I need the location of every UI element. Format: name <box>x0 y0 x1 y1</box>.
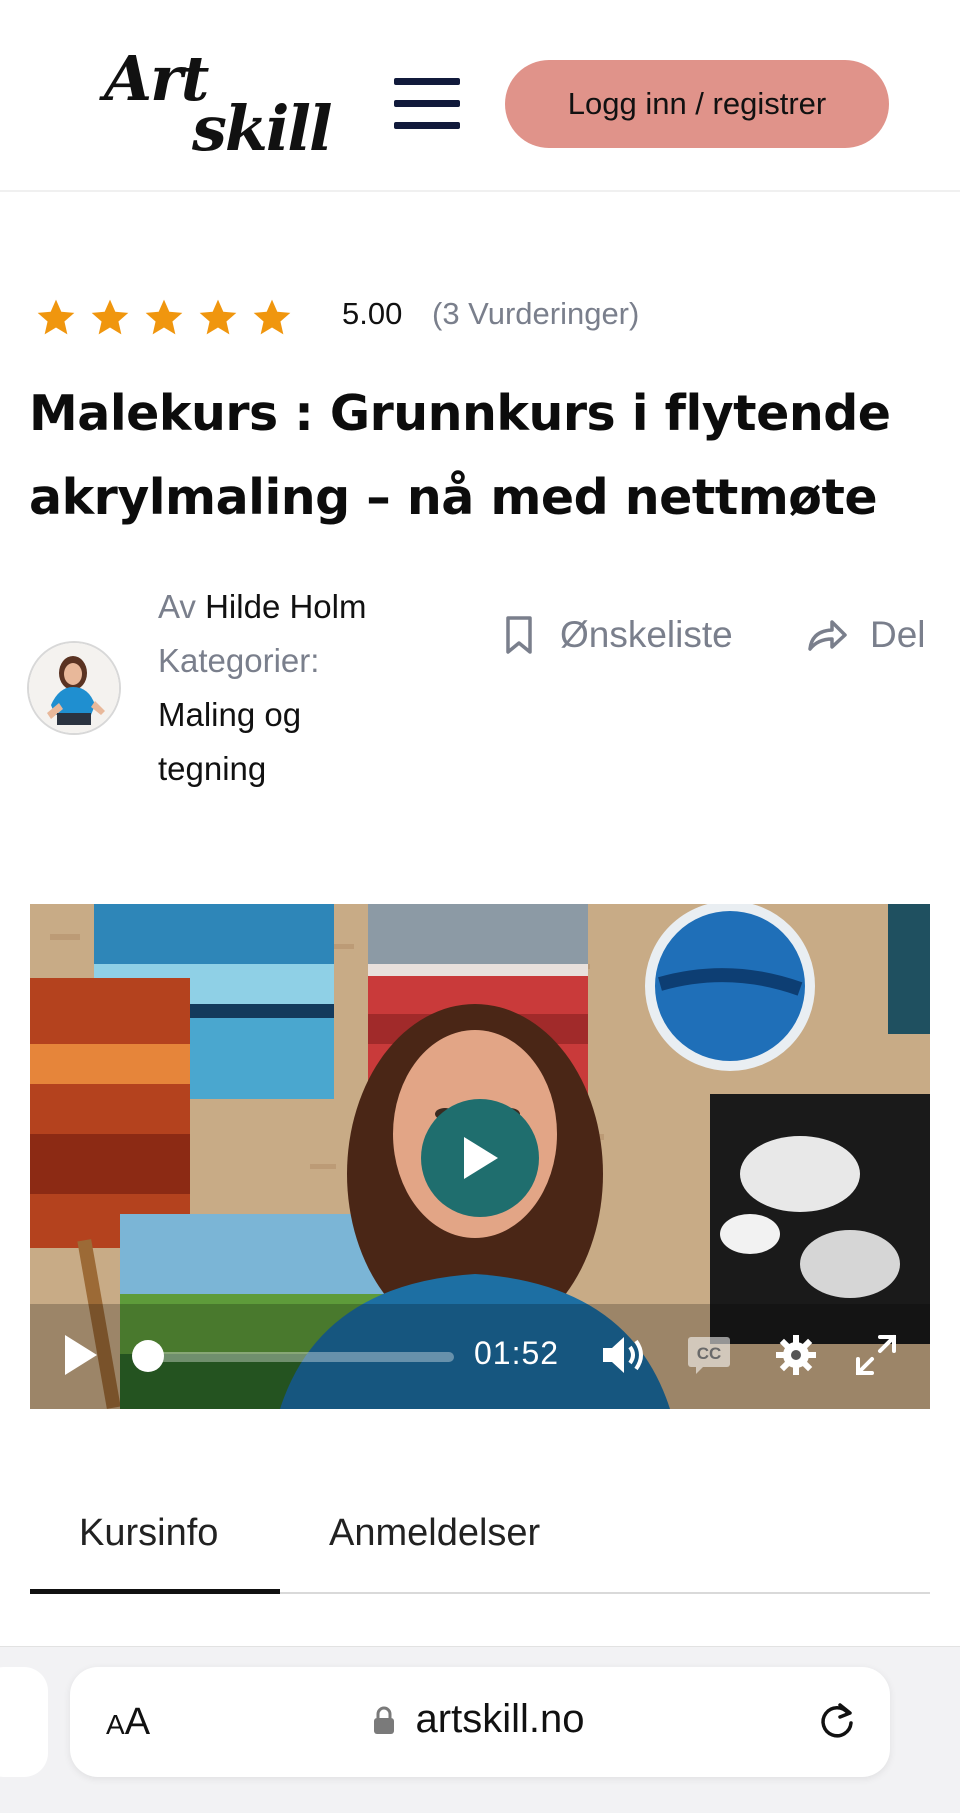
settings-gear-icon[interactable] <box>774 1333 818 1377</box>
video-play-overlay-button[interactable] <box>421 1099 539 1217</box>
artskill-logo[interactable]: Art skill <box>104 48 344 165</box>
address-bar[interactable]: AA artskill.no <box>70 1667 890 1777</box>
logo-text-skill: skill <box>192 92 333 165</box>
star-icon <box>253 299 291 335</box>
star-icon <box>199 299 237 335</box>
reload-icon[interactable] <box>816 1699 858 1743</box>
course-video-player[interactable]: 01:52 CC <box>30 904 930 1409</box>
share-arrow-icon <box>808 620 847 651</box>
video-controls: 01:52 CC <box>30 1299 930 1409</box>
tab-kursinfo[interactable]: Kursinfo <box>79 1512 218 1555</box>
category-line-1: Maling og <box>158 696 302 733</box>
course-meta: Av Hilde Holm Kategorier: Maling og tegn… <box>158 580 366 796</box>
category-link[interactable]: Maling og tegning <box>158 688 366 796</box>
rating-score: 5.00 <box>342 296 403 331</box>
course-title: Malekurs : Grunnkurs i flytende akrylmal… <box>29 385 891 526</box>
video-time: 01:52 <box>474 1335 560 1371</box>
author-prefix: Av <box>158 588 196 625</box>
star-icon <box>91 299 129 335</box>
play-icon[interactable] <box>62 1333 100 1377</box>
tab-anmeldelser[interactable]: Anmeldelser <box>329 1512 540 1555</box>
browser-toolbar: AA artskill.no <box>0 1646 960 1813</box>
active-tab-indicator <box>30 1589 280 1594</box>
categories-label: Kategorier: <box>158 642 320 679</box>
volume-icon[interactable] <box>600 1333 650 1377</box>
share-label: Del <box>870 614 926 655</box>
login-register-button[interactable]: Logg inn / registrer <box>505 60 889 148</box>
share-button[interactable]: Del <box>806 614 926 656</box>
author-link[interactable]: Hilde Holm <box>205 588 366 625</box>
course-rating: 5.00 (3 Vurderinger) <box>34 290 639 346</box>
author-avatar[interactable] <box>27 641 121 735</box>
video-progress-handle[interactable] <box>132 1340 164 1372</box>
url-text: artskill.no <box>70 1697 890 1742</box>
star-icon <box>37 299 75 335</box>
star-icon <box>145 299 183 335</box>
svg-text:CC: CC <box>697 1344 722 1363</box>
wishlist-label: Ønskeliste <box>560 614 733 655</box>
url-domain: artskill.no <box>415 1697 585 1741</box>
previous-tab-preview[interactable] <box>0 1667 48 1777</box>
fullscreen-icon[interactable] <box>854 1333 898 1377</box>
hamburger-menu-icon[interactable] <box>394 78 460 130</box>
rating-count: (3 Vurderinger) <box>432 296 640 331</box>
wishlist-button[interactable]: Ønskeliste <box>504 614 733 656</box>
course-tabs: Kursinfo Anmeldelser <box>30 1488 930 1594</box>
closed-captions-icon[interactable]: CC <box>686 1335 732 1375</box>
site-header: Art skill Logg inn / registrer <box>0 0 960 192</box>
play-icon <box>464 1137 498 1179</box>
category-line-2: tegning <box>158 750 267 787</box>
bookmark-icon <box>506 616 532 654</box>
video-progress-bar[interactable] <box>148 1352 454 1362</box>
